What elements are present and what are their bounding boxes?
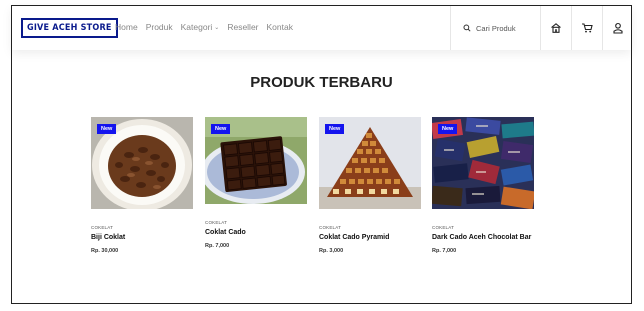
product-card[interactable]: New COKELAT Biji Coklat Rp. 30,000 bbox=[91, 117, 193, 254]
product-image-chocolate-bar[interactable]: New bbox=[205, 117, 307, 204]
product-price: Rp. 7,000 bbox=[432, 248, 457, 254]
user-icon bbox=[613, 22, 623, 34]
nav-home[interactable]: Home bbox=[115, 22, 138, 32]
product-card[interactable]: New COKELAT Dark Cado Aceh Chocolat Bar … bbox=[432, 117, 534, 254]
product-card[interactable]: New COKELAT Coklat Cado Pyramid Rp. 3,00… bbox=[319, 117, 421, 254]
product-image-cocoa-beans[interactable]: New bbox=[91, 117, 193, 209]
account-button[interactable] bbox=[602, 6, 633, 50]
nav-kontak[interactable]: Kontak bbox=[267, 22, 293, 32]
new-badge: New bbox=[325, 124, 345, 134]
product-name[interactable]: Coklat Cado Pyramid bbox=[319, 234, 421, 241]
product-price: Rp. 7,000 bbox=[205, 243, 230, 249]
home-button[interactable] bbox=[540, 6, 571, 50]
product-category: COKELAT bbox=[432, 225, 455, 230]
product-image-dark-chocolate-bars[interactable]: New bbox=[432, 117, 534, 209]
section-title: PRODUK TERBARU bbox=[250, 74, 393, 91]
product-price: Rp. 30,000 bbox=[91, 248, 119, 254]
product-category: COKELAT bbox=[205, 220, 228, 225]
cart-button[interactable] bbox=[571, 6, 602, 50]
nav-reseller-label: Reseller bbox=[227, 22, 259, 32]
product-name[interactable]: Dark Cado Aceh Chocolat Bar bbox=[432, 234, 534, 241]
nav-kontak-label: Kontak bbox=[266, 22, 293, 32]
product-card[interactable]: New COKELAT Coklat Cado Rp. 7,000 bbox=[205, 117, 307, 249]
home-icon bbox=[551, 23, 561, 33]
nav-home-label: Home bbox=[115, 22, 138, 32]
cart-icon bbox=[582, 23, 593, 33]
nav-produk-label: Produk bbox=[145, 22, 173, 32]
nav-kategori-label: Kategori bbox=[180, 22, 213, 32]
product-price: Rp. 3,000 bbox=[319, 248, 344, 254]
store-logo[interactable]: GIVE ACEH STORE bbox=[21, 18, 118, 38]
product-name[interactable]: Biji Coklat bbox=[91, 234, 193, 241]
product-name[interactable]: Coklat Cado bbox=[205, 229, 307, 236]
search-input[interactable] bbox=[476, 23, 536, 33]
nav-reseller[interactable]: Reseller bbox=[227, 22, 258, 32]
product-category: COKELAT bbox=[91, 225, 114, 230]
main-nav: Home Produk Kategori ⌄ Reseller Kontak bbox=[115, 22, 301, 32]
page-frame: GIVE ACEH STORE Home Produk Kategori ⌄ Re… bbox=[11, 5, 632, 304]
new-badge: New bbox=[97, 124, 117, 134]
product-category: COKELAT bbox=[319, 225, 342, 230]
nav-kategori[interactable]: Kategori ⌄ bbox=[181, 22, 220, 32]
product-image-chocolate-pyramid[interactable]: New bbox=[319, 117, 421, 209]
nav-produk[interactable]: Produk bbox=[146, 22, 173, 32]
new-badge: New bbox=[438, 124, 458, 134]
chevron-down-icon: ⌄ bbox=[214, 24, 220, 31]
search-box[interactable] bbox=[450, 6, 540, 50]
top-navigation-bar: GIVE ACEH STORE Home Produk Kategori ⌄ Re… bbox=[12, 6, 631, 50]
search-icon[interactable] bbox=[463, 24, 471, 32]
new-badge: New bbox=[211, 124, 231, 134]
